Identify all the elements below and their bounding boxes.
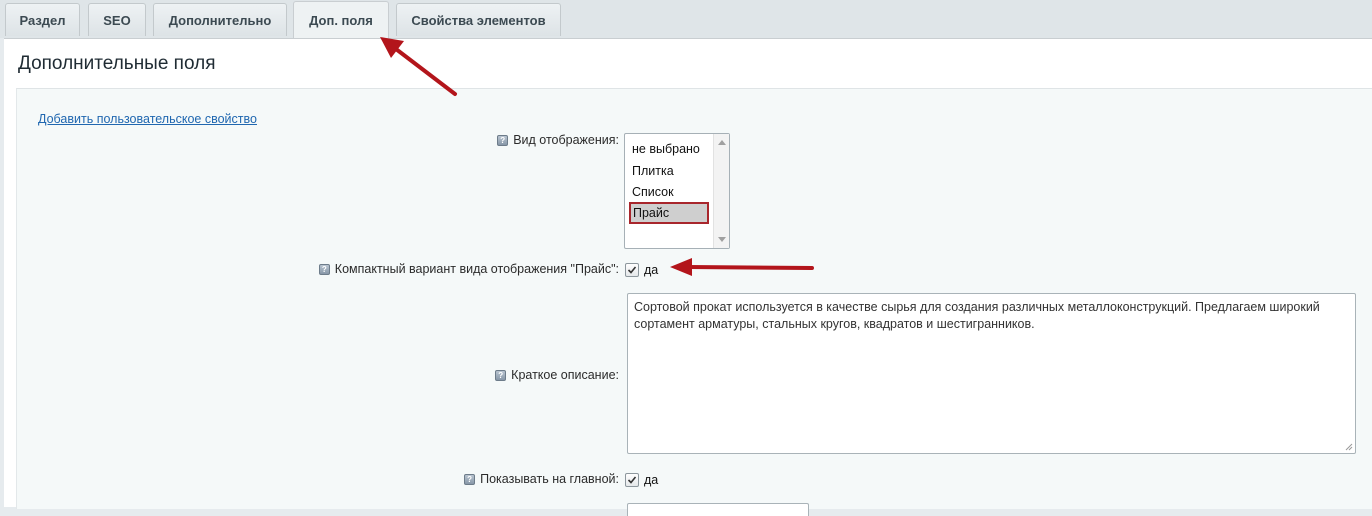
- tab-additional[interactable]: Дополнительно: [153, 3, 287, 36]
- display-view-label-text: Вид отображения:: [513, 133, 619, 147]
- short-description-textarea[interactable]: Сортовой прокат используется в качестве …: [627, 293, 1356, 454]
- show-on-main-checkbox-label: да: [644, 473, 659, 487]
- compact-price-checkbox[interactable]: [625, 263, 639, 277]
- compact-price-label: ? Компактный вариант вида отображения "П…: [318, 262, 619, 276]
- compact-price-checkbox-label: да: [644, 263, 659, 277]
- short-description-value: Сортовой прокат используется в качестве …: [634, 300, 1320, 331]
- resize-grip-icon[interactable]: [1345, 443, 1353, 451]
- tab-element-properties[interactable]: Свойства элементов: [396, 3, 561, 36]
- show-on-main-label-text: Показывать на главной:: [480, 472, 619, 486]
- option-tiles[interactable]: Плитка: [629, 160, 709, 182]
- short-description-label: ? Краткое описание:: [495, 368, 619, 382]
- tab-extra-fields[interactable]: Доп. поля: [293, 1, 389, 39]
- display-view-label: ? Вид отображения:: [497, 133, 619, 147]
- show-on-main-checkbox[interactable]: [625, 473, 639, 487]
- tab-panel: Дополнительные поля Добавить пользовател…: [4, 38, 1372, 516]
- tab-seo[interactable]: SEO: [88, 3, 146, 36]
- help-icon[interactable]: ?: [495, 369, 507, 381]
- checkmark-icon: [627, 476, 637, 484]
- tab-bar: Раздел SEO Дополнительно Доп. поля Свойс…: [0, 0, 1372, 39]
- help-icon[interactable]: ?: [464, 473, 476, 485]
- add-custom-property-link[interactable]: Добавить пользовательское свойство: [38, 112, 257, 126]
- compact-price-label-text: Компактный вариант вида отображения "Пра…: [334, 262, 619, 276]
- scroll-down-icon[interactable]: [718, 237, 726, 242]
- option-not-selected[interactable]: не выбрано: [629, 138, 709, 160]
- show-on-main-label: ? Показывать на главной:: [464, 472, 619, 486]
- tab-section[interactable]: Раздел: [5, 3, 80, 36]
- fields-form: Добавить пользовательское свойство ? Вид…: [16, 88, 1372, 516]
- help-icon[interactable]: ?: [497, 134, 509, 146]
- short-description-label-text: Краткое описание:: [511, 368, 619, 382]
- display-view-listbox[interactable]: не выбрано Плитка Список Прайс: [624, 133, 730, 249]
- checkmark-icon: [627, 266, 637, 274]
- help-icon[interactable]: ?: [318, 263, 330, 275]
- listbox-scrollbar[interactable]: [713, 134, 729, 248]
- next-field-input[interactable]: [627, 503, 809, 516]
- page-title: Дополнительные поля: [18, 53, 216, 74]
- scroll-up-icon[interactable]: [718, 140, 726, 145]
- option-price-selected[interactable]: Прайс: [629, 202, 709, 224]
- option-list[interactable]: Список: [629, 181, 709, 203]
